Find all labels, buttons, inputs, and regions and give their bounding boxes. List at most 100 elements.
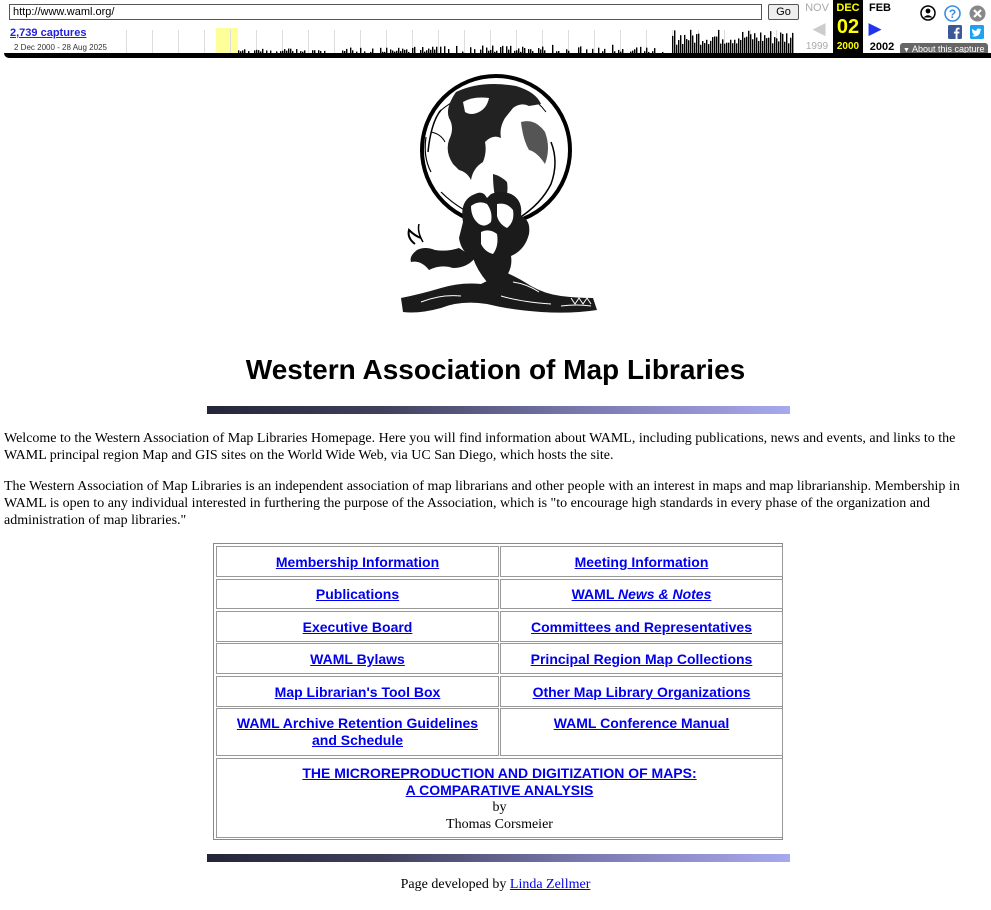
capture-bar <box>730 39 732 53</box>
year-separator <box>308 30 309 53</box>
toolbar-edge <box>0 0 4 58</box>
capture-bar <box>782 33 784 53</box>
table-cell: Publications <box>216 579 499 609</box>
capture-bar <box>692 35 694 53</box>
wayback-toolbar: Go 2,739 captures 2 Dec 2000 - 28 Aug 20… <box>0 0 991 58</box>
capture-bar <box>708 44 710 53</box>
capture-bar <box>688 40 690 53</box>
capture-bar <box>766 38 768 53</box>
toolbox-link[interactable]: Map Librarian's Tool Box <box>275 684 441 700</box>
capture-bar <box>612 44 614 53</box>
capture-bar <box>776 38 778 53</box>
conference-manual-link[interactable]: WAML Conference Manual <box>554 715 730 731</box>
capture-bar <box>672 35 674 53</box>
principal-region-link[interactable]: Principal Region Map Collections <box>531 651 753 667</box>
archive-retention-link[interactable]: WAML Archive Retention Guidelines and Sch… <box>237 715 478 748</box>
links-table: Membership Information Meeting Informati… <box>213 543 783 840</box>
capture-bar <box>736 43 738 53</box>
micro-by-text: by <box>492 800 507 815</box>
next-month-label[interactable]: FEB <box>864 2 896 14</box>
microreproduction-link[interactable]: THE MICROREPRODUCTION AND DIGITIZATION O… <box>302 765 696 798</box>
executive-board-link[interactable]: Executive Board <box>303 619 413 635</box>
capture-bar <box>732 43 734 53</box>
year-separator <box>152 30 153 53</box>
atlas-globe-illustration <box>401 74 597 313</box>
capture-bar <box>726 42 728 53</box>
capture-bar <box>786 33 788 53</box>
about-paragraph: The Western Association of Map Libraries… <box>4 479 960 528</box>
toolbar-shadow <box>4 53 991 58</box>
capture-bar <box>756 37 758 53</box>
gradient-divider <box>207 406 790 414</box>
user-account-icon[interactable] <box>920 5 936 21</box>
table-cell: WAML Archive Retention Guidelines and Sch… <box>216 708 499 756</box>
capture-date-range: 2 Dec 2000 - 28 Aug 2025 <box>14 43 107 52</box>
current-day-label: 02 <box>836 16 860 38</box>
micro-link-line2: A COMPARATIVE ANALYSIS <box>405 782 594 798</box>
developer-link[interactable]: Linda Zellmer <box>510 877 590 892</box>
capture-sparkline[interactable] <box>124 28 800 53</box>
membership-link[interactable]: Membership Information <box>276 554 439 570</box>
table-cell: THE MICROREPRODUCTION AND DIGITIZATION O… <box>216 758 783 838</box>
capture-bar <box>748 30 750 53</box>
year-separator <box>594 30 595 53</box>
close-icon[interactable] <box>969 5 986 22</box>
capture-bar <box>746 36 748 53</box>
year-separator <box>516 30 517 53</box>
table-cell: Meeting Information <box>500 546 783 577</box>
capture-bar <box>728 42 730 53</box>
current-year-label: 2000 <box>836 41 860 52</box>
table-cell: WAML Conference Manual <box>500 708 783 756</box>
capture-bar <box>684 34 686 53</box>
capture-bar <box>456 45 458 53</box>
capture-bar <box>510 45 512 53</box>
url-input[interactable] <box>9 4 762 20</box>
capture-bar <box>444 46 446 53</box>
intro-paragraph: Welcome to the Western Association of Ma… <box>4 431 956 463</box>
twitter-icon[interactable] <box>970 25 984 39</box>
news-link-prefix: WAML <box>571 586 619 602</box>
news-notes-link[interactable]: WAML News & Notes <box>572 586 712 602</box>
footer-prefix: Page developed by <box>400 877 507 892</box>
table-cell: Committees and Representatives <box>500 611 783 642</box>
capture-bar <box>718 29 720 53</box>
year-separator <box>126 30 127 53</box>
capture-bar <box>502 45 504 53</box>
bylaws-link[interactable]: WAML Bylaws <box>310 651 405 667</box>
publications-link[interactable]: Publications <box>316 586 399 602</box>
current-month-label: DEC <box>836 2 860 14</box>
capture-bar <box>742 31 744 53</box>
capture-bar <box>750 34 752 53</box>
committees-link[interactable]: Committees and Representatives <box>531 619 752 635</box>
capture-bar <box>770 31 772 53</box>
capture-bar <box>678 40 680 53</box>
capture-bar <box>704 43 706 53</box>
capture-bar <box>580 46 582 53</box>
table-cell: Other Map Library Organizations <box>500 676 783 707</box>
page-footer: Page developed by Linda Zellmer <box>0 876 991 893</box>
help-icon[interactable]: ? <box>944 5 961 22</box>
atlas-figure <box>401 192 597 313</box>
year-separator <box>568 30 569 53</box>
facebook-icon[interactable] <box>948 25 962 39</box>
year-separator <box>178 30 179 53</box>
capture-bar <box>700 44 702 53</box>
capture-bar <box>774 37 776 53</box>
next-capture-arrow-icon[interactable]: ▶ <box>864 18 886 40</box>
other-organizations-link[interactable]: Other Map Library Organizations <box>533 684 751 700</box>
meeting-link[interactable]: Meeting Information <box>575 554 709 570</box>
go-button[interactable]: Go <box>768 4 799 20</box>
prev-year-label[interactable]: 1999 <box>802 41 832 52</box>
capture-bar <box>698 33 700 53</box>
capture-bar <box>720 43 722 53</box>
year-separator <box>204 30 205 53</box>
capture-bar <box>686 39 688 53</box>
prev-month-label[interactable]: NOV <box>802 2 832 14</box>
captures-link[interactable]: 2,739 captures <box>10 27 86 39</box>
next-year-label[interactable]: 2002 <box>864 41 900 53</box>
year-separator <box>464 30 465 53</box>
capture-bar <box>762 40 764 53</box>
prev-capture-arrow-icon[interactable]: ◀ <box>808 18 830 40</box>
capture-bar <box>752 39 754 53</box>
year-separator <box>490 30 491 53</box>
